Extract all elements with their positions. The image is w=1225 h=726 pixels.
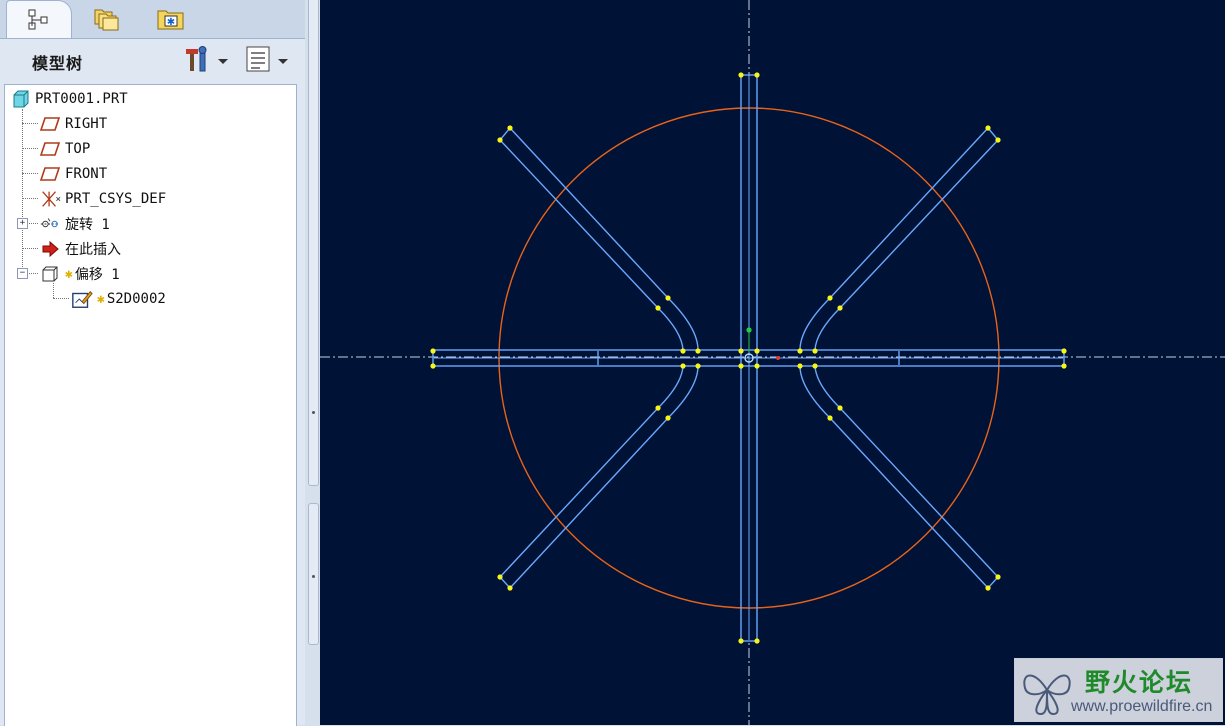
expand-toggle[interactable]: + [17,218,28,229]
tree-show-button[interactable] [244,46,288,76]
favorites-icon: ✱ [156,5,186,31]
datum-plane-icon [39,114,61,134]
origin-marker [776,356,780,360]
datum-plane-icon [39,164,61,184]
tree-item-label: TOP [65,141,91,157]
panel-title: 模型树 [32,54,84,73]
navigator-panel: ✱ 模型树 + − PRT0001.PRT RIGHT TOP FRONT PR… [0,0,305,726]
tree-connector [22,148,38,149]
tree-item-front[interactable]: FRONT [39,163,107,185]
tree-connector [22,109,23,275]
tree-item-top[interactable]: TOP [39,138,90,160]
splitter-grip[interactable] [308,0,319,486]
tree-item-label: 旋转 1 [65,217,110,233]
sketch-icon [71,289,93,309]
upper-right-arm-inner[interactable] [814,139,999,351]
lower-left-arm-outer[interactable] [509,365,699,589]
svg-text:✱: ✱ [167,17,175,28]
forum-watermark: 野火论坛 www.proewildfire.cn [1014,658,1223,722]
tab-favorites[interactable]: ✱ [142,0,200,36]
tab-folder-browser[interactable] [78,0,136,36]
chevron-down-icon [278,58,288,64]
tree-item-offset[interactable]: ✱ 偏移 1 [39,263,120,285]
model-tree-icon [26,7,52,33]
panel-splitter[interactable] [305,0,320,725]
butterfly-logo-icon [1023,674,1071,716]
datum-plane-icon [39,139,61,159]
tree-item-right[interactable]: RIGHT [39,113,107,135]
model-tree: + − PRT0001.PRT RIGHT TOP FRONT PRT_CSYS… [4,84,297,726]
offset-feature-icon [39,264,61,284]
tree-item-label: 在此插入 [65,242,121,258]
splitter-grip[interactable] [308,503,319,645]
collapse-toggle[interactable]: − [17,268,28,279]
upper-left-arm-outer[interactable] [509,127,699,351]
tree-item-label: RIGHT [65,116,108,132]
new-feature-star-icon: ✱ [65,266,73,282]
hammer-wrench-icon [182,44,212,78]
tree-connector [53,283,54,298]
lower-left-arm-inner[interactable] [499,365,684,578]
tree-item-label: FRONT [65,166,108,182]
origin-marker [746,327,752,333]
revolve-icon [39,214,61,234]
tree-item-csys[interactable]: PRT_CSYS_DEF [39,188,166,210]
grip-dot [312,411,315,414]
sketch-canvas[interactable] [320,0,1225,725]
list-settings-icon [244,44,272,78]
tree-item-insert-here[interactable]: 在此插入 [39,238,121,260]
tree-item-sketch[interactable]: ✱ S2D0002 [71,288,166,310]
tree-connector [27,223,38,224]
tree-item-label: S2D0002 [106,291,166,307]
navigator-tab-strip: ✱ [0,0,305,39]
insert-here-arrow-icon [39,239,61,259]
upper-left-arm-inner[interactable] [499,139,684,351]
tree-connector [53,298,69,299]
lower-right-arm-outer[interactable] [799,365,989,589]
panel-header: 模型树 [0,38,305,84]
tree-item-label: PRT_CSYS_DEF [65,191,167,207]
tree-item-revolve[interactable]: 旋转 1 [39,213,110,235]
tree-connector [22,123,38,124]
graphics-window[interactable] [320,0,1225,725]
grip-dot [312,575,315,578]
lower-right-arm-inner[interactable] [814,365,999,578]
new-feature-star-icon: ✱ [97,291,105,307]
coordinate-system-icon [39,189,61,209]
watermark-url: www.proewildfire.cn [1071,698,1213,715]
tree-item-label: 偏移 1 [74,267,120,283]
tree-settings-button[interactable] [182,46,228,76]
tree-item-label: PRT0001.PRT [35,91,128,107]
tree-connector [22,248,38,249]
tree-connector [27,273,38,274]
folder-browser-icon [92,4,122,32]
chevron-down-icon [218,58,228,64]
upper-right-arm-outer[interactable] [799,127,989,351]
tree-connector [22,173,38,174]
tree-item-root[interactable]: PRT0001.PRT [9,88,128,110]
part-icon [9,89,31,109]
tab-model-tree[interactable] [6,0,72,38]
tree-connector [22,198,38,199]
watermark-title: 野火论坛 [1085,668,1194,697]
